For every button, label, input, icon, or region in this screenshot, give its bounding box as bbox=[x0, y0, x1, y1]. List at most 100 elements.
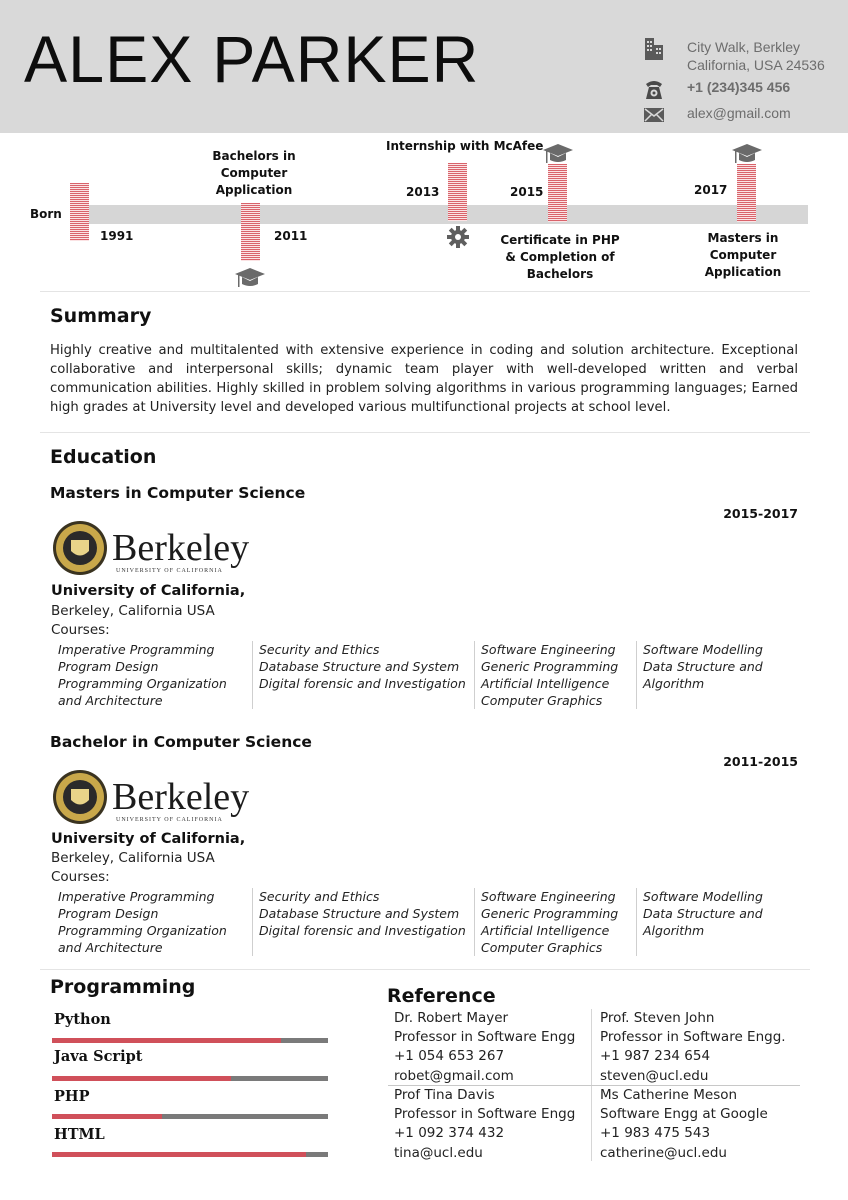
timeline-year-1991: 1991 bbox=[100, 229, 134, 243]
phone-number: +1 (234)345 456 bbox=[687, 79, 791, 95]
timeline-label-certificate: Certificate in PHP & Completion of Bache… bbox=[500, 233, 620, 281]
timeline-marker-2013 bbox=[448, 163, 467, 221]
contact-email: alex@gmail.com bbox=[643, 104, 825, 126]
skill-bar-fill bbox=[52, 1114, 163, 1119]
reference-name: Ms Catherine Meson bbox=[600, 1087, 738, 1103]
university-name: University of California, bbox=[51, 583, 246, 599]
course-item: Imperative Programming bbox=[58, 889, 215, 904]
graduation-cap-icon bbox=[235, 267, 265, 293]
course-item: Generic Programming bbox=[481, 659, 619, 674]
reference-title: Professor in Software Engg. bbox=[600, 1029, 786, 1046]
timeline-year-2011: 2011 bbox=[274, 229, 308, 243]
timeline-year-2015: 2015 bbox=[510, 185, 544, 199]
reference-heading: Reference bbox=[387, 985, 496, 1007]
course-item: Database Structure and System bbox=[259, 906, 460, 921]
course-item: Database Structure and System bbox=[259, 659, 460, 674]
skill-bar-track bbox=[52, 1076, 328, 1081]
skill-bar-fill bbox=[52, 1038, 282, 1043]
skill-name: HTML bbox=[54, 1126, 105, 1143]
reference-email: robet@gmail.com bbox=[394, 1067, 514, 1084]
timeline-label-masters: Masters in Computer Application bbox=[704, 231, 782, 279]
courses-label: Courses: bbox=[51, 869, 110, 885]
skill-item: Java Script bbox=[52, 1048, 328, 1081]
timeline: Born 1991 Bachelors in Computer Applicat… bbox=[0, 133, 848, 293]
university-name: University of California, bbox=[51, 831, 246, 847]
course-item: Security and Ethics bbox=[259, 889, 380, 904]
courses-list: Imperative Programming Program Design Pr… bbox=[52, 888, 786, 956]
gear-icon bbox=[447, 226, 469, 252]
course-item: Algorithm bbox=[643, 676, 705, 691]
course-item: and Architecture bbox=[58, 693, 163, 708]
reference-email: steven@ucl.edu bbox=[600, 1067, 709, 1084]
degree-title: Bachelor in Computer Science bbox=[50, 733, 312, 751]
timeline-marker-1991 bbox=[70, 183, 89, 241]
degree-title: Masters in Computer Science bbox=[50, 484, 306, 502]
reference-email: catherine@ucl.edu bbox=[600, 1144, 727, 1161]
course-column: Imperative Programming Program Design Pr… bbox=[52, 641, 252, 709]
header-banner: ALEX PARKER City Walk, Berkley Californi… bbox=[0, 0, 848, 133]
courses-label: Courses: bbox=[51, 622, 110, 638]
timeline-marker-2015 bbox=[548, 164, 567, 222]
course-item: Programming Organization bbox=[58, 676, 227, 691]
timeline-label-born: Born bbox=[30, 207, 62, 221]
timeline-marker-2017 bbox=[737, 164, 756, 222]
course-item: Software Engineering bbox=[481, 889, 616, 904]
skill-item: PHP bbox=[52, 1088, 328, 1119]
reference-name: Prof. Steven John bbox=[600, 1010, 715, 1026]
skill-bar-track bbox=[52, 1152, 328, 1157]
course-item: Software Modelling bbox=[643, 642, 763, 657]
phone-icon bbox=[643, 78, 665, 100]
divider bbox=[40, 291, 810, 292]
skill-bar-fill bbox=[52, 1076, 232, 1081]
course-item: Data Structure and bbox=[643, 906, 763, 921]
reference-name: Prof Tina Davis bbox=[394, 1087, 495, 1103]
summary-text: Highly creative and multitalented with e… bbox=[50, 343, 798, 415]
skill-name: Python bbox=[54, 1011, 111, 1028]
timeline-year-2013: 2013 bbox=[406, 185, 440, 199]
skill-item: HTML bbox=[52, 1126, 328, 1157]
reference-phone: +1 054 653 267 bbox=[394, 1048, 505, 1065]
university-logo: Berkeley UNIVERSITY OF CALIFORNIA bbox=[52, 769, 252, 825]
course-item: Computer Graphics bbox=[481, 940, 603, 955]
address-line-2: California, USA 24536 bbox=[687, 57, 825, 73]
divider bbox=[40, 432, 810, 433]
logo-subtext: UNIVERSITY OF CALIFORNIA bbox=[116, 568, 223, 574]
skill-name: Java Script bbox=[54, 1048, 143, 1065]
reference-title: Professor in Software Engg bbox=[394, 1106, 576, 1123]
building-icon bbox=[643, 38, 665, 60]
university-location: Berkeley, California USA bbox=[51, 603, 215, 619]
degree-years: 2011-2015 bbox=[723, 754, 798, 769]
reference-title: Professor in Software Engg bbox=[394, 1029, 576, 1046]
logo-subtext: UNIVERSITY OF CALIFORNIA bbox=[116, 817, 223, 823]
contact-info: City Walk, Berkley California, USA 24536… bbox=[643, 38, 825, 130]
reference-card: Ms Catherine Meson Software Engg at Goog… bbox=[600, 1086, 768, 1163]
reference-phone: +1 092 374 432 bbox=[394, 1125, 505, 1142]
skill-bar-fill bbox=[52, 1152, 306, 1157]
contact-address: City Walk, Berkley California, USA 24536 bbox=[643, 38, 825, 74]
skill-bar-track bbox=[52, 1114, 328, 1119]
course-item: Digital forensic and Investigation bbox=[259, 923, 466, 938]
timeline-label-internship: Internship with McAfee bbox=[386, 139, 544, 153]
course-item: Digital forensic and Investigation bbox=[259, 676, 466, 691]
reference-card: Prof Tina Davis Professor in Software En… bbox=[394, 1086, 575, 1163]
reference-name: Dr. Robert Mayer bbox=[394, 1010, 509, 1026]
course-item: and Architecture bbox=[58, 940, 163, 955]
address-line-1: City Walk, Berkley bbox=[687, 39, 801, 55]
course-column: Security and Ethics Database Structure a… bbox=[252, 641, 474, 709]
course-item: Programming Organization bbox=[58, 923, 227, 938]
university-location: Berkeley, California USA bbox=[51, 850, 215, 866]
timeline-year-2017: 2017 bbox=[694, 183, 728, 197]
timeline-marker-2011 bbox=[241, 203, 260, 261]
course-item: Security and Ethics bbox=[259, 642, 380, 657]
course-item: Generic Programming bbox=[481, 906, 619, 921]
course-item: Artificial Intelligence bbox=[481, 923, 610, 938]
course-item: Program Design bbox=[58, 906, 159, 921]
university-logo: Berkeley UNIVERSITY OF CALIFORNIA bbox=[52, 520, 252, 576]
reference-title: Software Engg at Google bbox=[600, 1106, 768, 1123]
skill-name: PHP bbox=[54, 1088, 90, 1105]
course-column: Imperative Programming Program Design Pr… bbox=[52, 888, 252, 956]
reference-card: Dr. Robert Mayer Professor in Software E… bbox=[394, 1009, 575, 1086]
email-address: alex@gmail.com bbox=[687, 105, 791, 121]
course-column: Security and Ethics Database Structure a… bbox=[252, 888, 474, 956]
course-item: Software Engineering bbox=[481, 642, 616, 657]
